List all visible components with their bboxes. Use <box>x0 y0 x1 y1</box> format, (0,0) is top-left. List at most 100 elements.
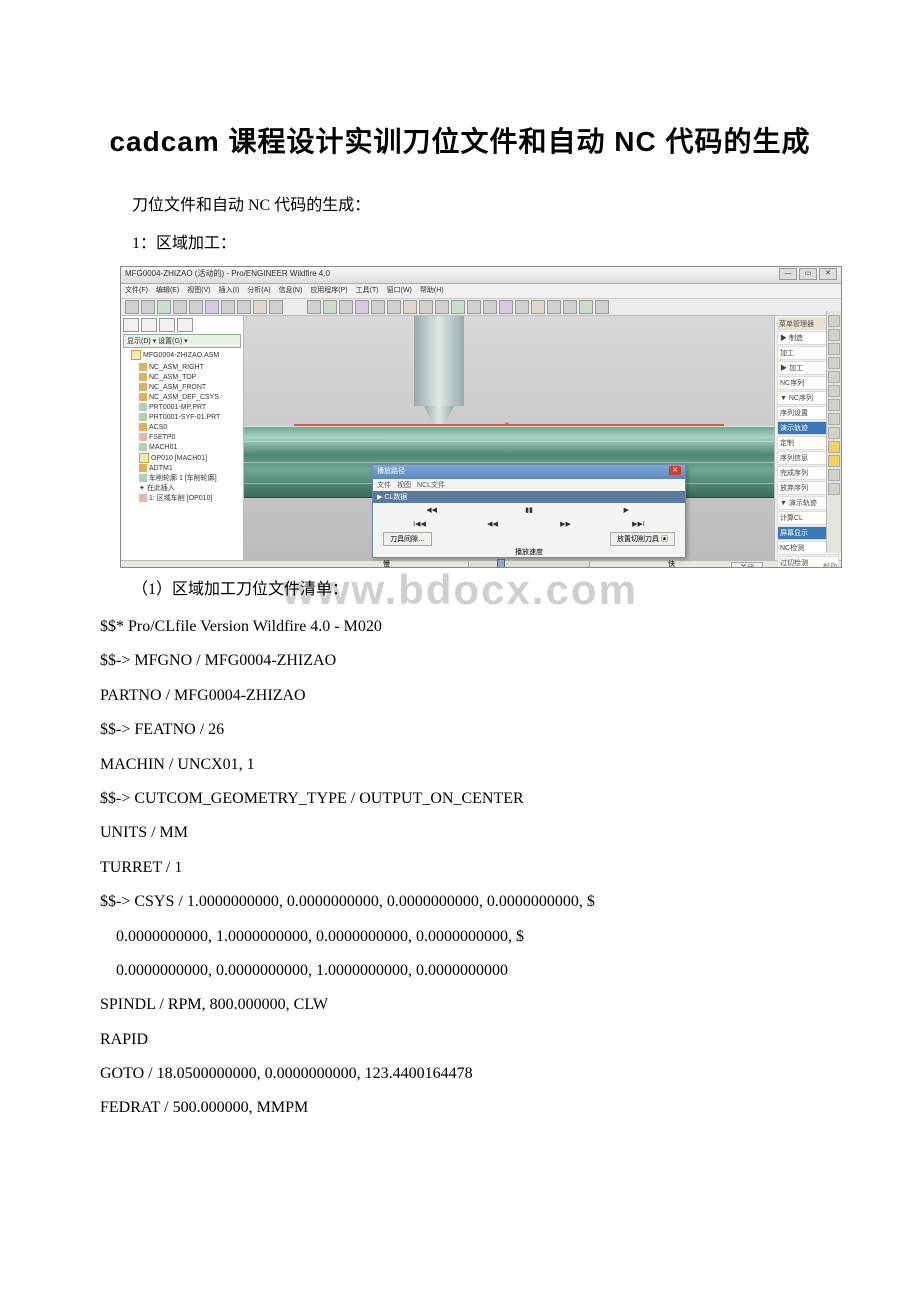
toolbar-icon[interactable] <box>173 300 187 314</box>
menu-edit[interactable]: 编辑(E) <box>156 285 179 297</box>
tree-root[interactable]: MFG0004-ZHIZAO.ASM <box>131 350 241 361</box>
toolbar-icon[interactable] <box>253 300 267 314</box>
tree-item[interactable]: ADTM1 <box>139 464 241 474</box>
strip-icon[interactable] <box>828 413 840 425</box>
tree-item[interactable]: NC_ASM_TOP <box>139 373 241 383</box>
code-line: FEDRAT / 500.000000, MMPM <box>100 1093 820 1123</box>
toolbar-icon[interactable] <box>205 300 219 314</box>
play-button[interactable]: ▶ <box>596 506 656 514</box>
skip-start-button[interactable]: I◀◀ <box>390 520 450 528</box>
strip-icon[interactable] <box>828 399 840 411</box>
toolbar-icon[interactable] <box>419 300 433 314</box>
toolbar-icon[interactable] <box>531 300 545 314</box>
toolbar-icon[interactable] <box>269 300 283 314</box>
right-tool-strip <box>826 311 841 553</box>
menu-window[interactable]: 窗口(W) <box>387 285 412 297</box>
menu-view[interactable]: 视图(V) <box>187 285 210 297</box>
tree-item[interactable]: OP010 [MACH01] <box>139 453 241 464</box>
tree-item[interactable]: NC_ASM_RIGHT <box>139 363 241 373</box>
menu-file[interactable]: 文件(F) <box>125 285 148 297</box>
tree-item[interactable]: NC_ASM_FRONT <box>139 383 241 393</box>
toolbar-icon[interactable] <box>323 300 337 314</box>
menu-help[interactable]: 帮助(H) <box>420 285 444 297</box>
dialog-close-bottom[interactable]: 关闭 <box>731 562 763 568</box>
strip-icon[interactable] <box>828 455 840 467</box>
strip-icon[interactable] <box>828 371 840 383</box>
code-line: 0.0000000000, 0.0000000000, 1.0000000000… <box>100 956 820 986</box>
tool-clearance-button[interactable]: 刀具间隙… <box>383 532 432 546</box>
strip-icon[interactable] <box>828 441 840 453</box>
toolbar-icon[interactable] <box>237 300 251 314</box>
toolbar-icon[interactable] <box>157 300 171 314</box>
speed-slider[interactable] <box>468 560 590 568</box>
toolbar-icon[interactable] <box>307 300 321 314</box>
skip-end-button[interactable]: ▶▶I <box>609 520 669 528</box>
minimize-button[interactable]: — <box>779 268 797 280</box>
toolbar-icon[interactable] <box>579 300 593 314</box>
toolbar-icon[interactable] <box>515 300 529 314</box>
toolbar-icon[interactable] <box>355 300 369 314</box>
rewind-button[interactable]: ◀◀ <box>402 506 462 514</box>
menu-tools[interactable]: 工具(T) <box>356 285 379 297</box>
strip-icon[interactable] <box>828 483 840 495</box>
dialog-menu-ncl[interactable]: NCL文件 <box>417 480 445 490</box>
strip-icon[interactable] <box>828 315 840 327</box>
menu-insert[interactable]: 插入(I) <box>219 285 240 297</box>
pause-button[interactable]: ▮▮ <box>499 506 559 514</box>
toolbar-icon[interactable] <box>467 300 481 314</box>
tree-item[interactable]: 车削轮廓 1 [车削轮廓] <box>139 474 241 484</box>
step-back-button[interactable]: ◀◀ <box>463 520 523 528</box>
tree-item[interactable]: FSETP0 <box>139 433 241 443</box>
tree-item[interactable]: 1: 区域车削 [OP010] <box>139 494 241 504</box>
toolbar-icon[interactable] <box>499 300 513 314</box>
status-text: 起动 <box>823 562 837 568</box>
code-line: TURRET / 1 <box>100 853 820 883</box>
tree-item[interactable]: ✦ 在此插入 <box>139 484 241 494</box>
toolbar-icon[interactable] <box>371 300 385 314</box>
toolbar-icon[interactable] <box>387 300 401 314</box>
tree-btn[interactable] <box>177 318 193 332</box>
menu-info[interactable]: 信息(N) <box>279 285 303 297</box>
toolbar-icon[interactable] <box>221 300 235 314</box>
play-path-dialog[interactable]: 播放路径 ✕ 文件 视图 NCL文件 ▶ CL数据 ◀◀ ▮▮ ▶ <box>372 464 686 558</box>
dialog-menu-file[interactable]: 文件 <box>377 480 391 490</box>
toolbar-icon[interactable] <box>547 300 561 314</box>
model-tree[interactable]: 显示(D) ▾ 设置(G) ▾ MFG0004-ZHIZAO.ASM NC_AS… <box>121 316 244 560</box>
toolbar-icon[interactable] <box>189 300 203 314</box>
strip-icon[interactable] <box>828 469 840 481</box>
strip-icon[interactable] <box>828 343 840 355</box>
tree-selector[interactable]: 显示(D) ▾ 设置(G) ▾ <box>123 334 241 348</box>
tree-btn[interactable] <box>159 318 175 332</box>
tree-btn[interactable] <box>123 318 139 332</box>
toolbar-icon[interactable] <box>563 300 577 314</box>
tree-item[interactable]: ACS0 <box>139 423 241 433</box>
toolbar-icon[interactable] <box>483 300 497 314</box>
close-button[interactable]: ✕ <box>819 268 837 280</box>
tree-item[interactable]: PRT0001-MP.PRT <box>139 403 241 413</box>
menu-bar: 文件(F) 编辑(E) 视图(V) 插入(I) 分析(A) 信息(N) 应用程序… <box>121 284 841 299</box>
dialog-close-button[interactable]: ✕ <box>669 466 681 475</box>
toolbar-icon[interactable] <box>435 300 449 314</box>
strip-icon[interactable] <box>828 357 840 369</box>
menu-apps[interactable]: 应用程序(P) <box>310 285 347 297</box>
toolbar-icon[interactable] <box>403 300 417 314</box>
maximize-button[interactable]: ▭ <box>799 268 817 280</box>
tree-btn[interactable] <box>141 318 157 332</box>
toolbar-icon[interactable] <box>141 300 155 314</box>
step-fwd-button[interactable]: ▶▶ <box>536 520 596 528</box>
dialog-menu-view[interactable]: 视图 <box>397 480 411 490</box>
strip-icon[interactable] <box>828 329 840 341</box>
toolbar-icon[interactable] <box>125 300 139 314</box>
tree-item[interactable]: NC_ASM_DEF_CSYS <box>139 393 241 403</box>
toolbar-icon[interactable] <box>451 300 465 314</box>
toolbar-icon[interactable] <box>339 300 353 314</box>
toolbar-icon[interactable] <box>595 300 609 314</box>
place-tool-button[interactable]: 放置切削刀具 ▣ <box>610 532 675 546</box>
menu-analysis[interactable]: 分析(A) <box>247 285 270 297</box>
viewport-3d[interactable]: ▸ 播放路径 ✕ 文件 视图 NCL文件 ▶ CL <box>244 316 774 560</box>
dialog-cl-bar[interactable]: ▶ CL数据 <box>373 491 685 503</box>
tree-item[interactable]: MACH01 <box>139 443 241 453</box>
strip-icon[interactable] <box>828 385 840 397</box>
strip-icon[interactable] <box>828 427 840 439</box>
tree-item[interactable]: PRT0001-SYF-01.PRT <box>139 413 241 423</box>
